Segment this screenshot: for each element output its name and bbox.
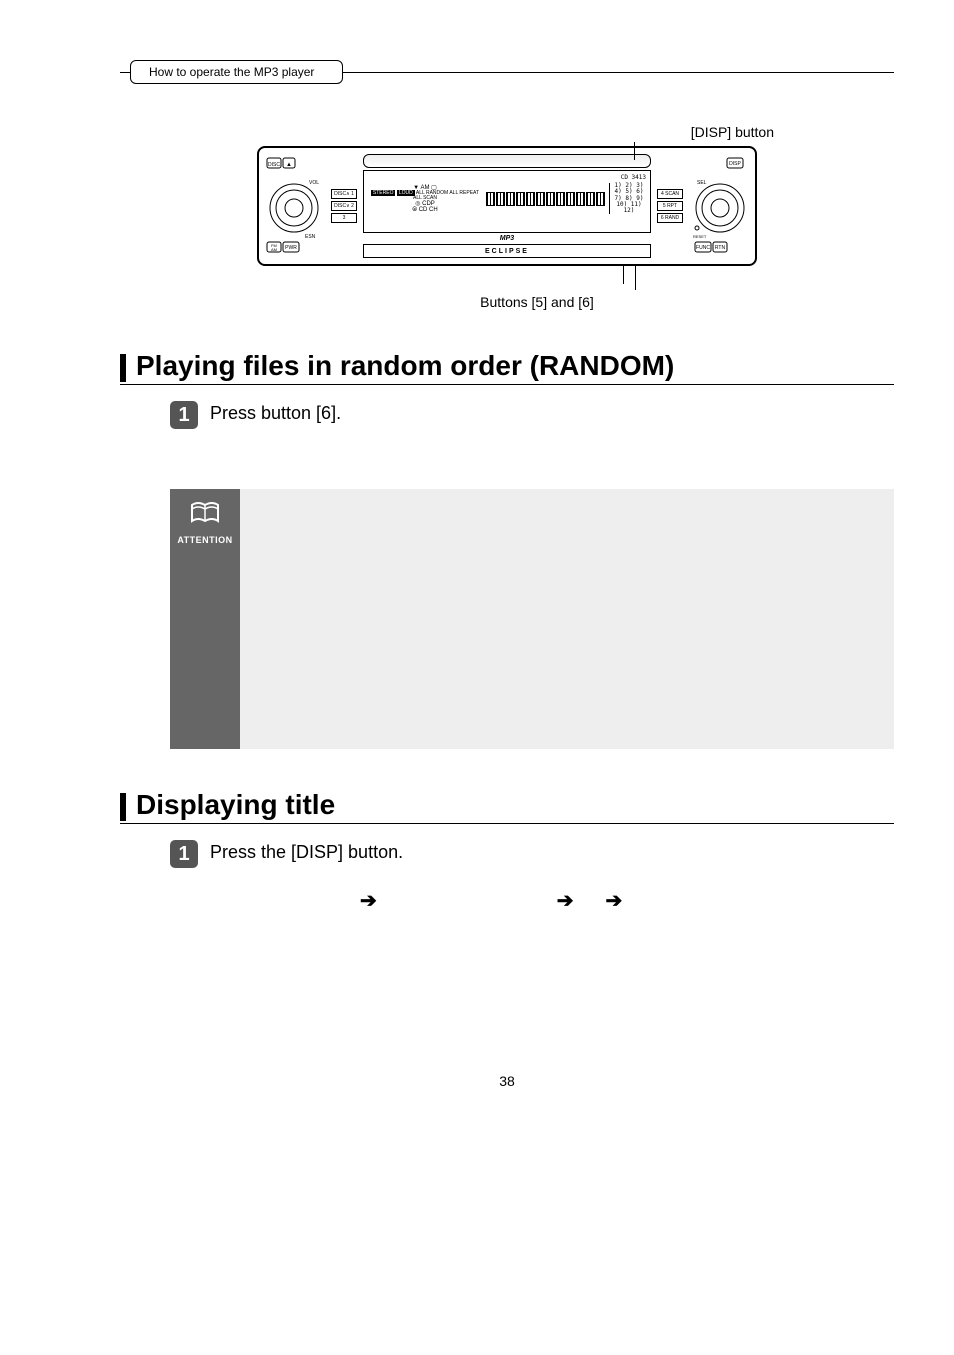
section-heading-random: Playing files in random order (RANDOM) — [120, 350, 894, 385]
svg-text:AM: AM — [271, 247, 277, 252]
svg-text:▲: ▲ — [286, 162, 292, 168]
svg-text:SEL: SEL — [697, 180, 707, 186]
svg-text:RTN: RTN — [715, 245, 726, 251]
svg-text:DISC: DISC — [268, 162, 280, 168]
step-number-badge: 1 — [170, 840, 198, 868]
left-side-buttons: DISC∧ 1 DISC∨ 2 3 — [329, 148, 359, 264]
disc-up-button: DISC∧ 1 — [331, 189, 357, 199]
svg-text:ESN: ESN — [305, 234, 316, 240]
lcd-segments — [486, 192, 605, 206]
breadcrumb: How to operate the MP3 player — [130, 60, 343, 84]
disc-slot — [363, 154, 651, 168]
svg-text:VOL: VOL — [309, 180, 319, 186]
attention-box: ATTENTION — [170, 489, 894, 749]
attention-label: ATTENTION — [177, 535, 232, 545]
callout-disp-button: [DISP] button — [120, 124, 894, 140]
arrow-icon: ➔ — [360, 888, 377, 913]
arrow-icon: ➔ — [557, 888, 574, 913]
lcd: CD 3413 ▼ AM ▢ STEREO LOUD ALL RANDOM AL… — [363, 170, 651, 233]
mp3-label: MP3 — [363, 235, 651, 242]
disc-down-button: DISC∨ 2 — [331, 201, 357, 211]
preset-3-button: 3 — [331, 213, 357, 223]
callout-buttons-5-6: Buttons [5] and [6] — [120, 294, 894, 310]
device-figure: DISC ▲ VOL ESN FM AM PWR DISC∧ 1 — [257, 146, 757, 266]
step-text: Press button [6]. — [210, 401, 341, 424]
arrow-icon: ➔ — [606, 888, 623, 913]
svg-text:PWR: PWR — [285, 245, 297, 251]
step-number-badge: 1 — [170, 401, 198, 429]
brand-bar: ECLIPSE — [363, 244, 651, 258]
step-text: Press the [DISP] button. — [210, 840, 403, 863]
svg-text:DISP: DISP — [729, 161, 741, 167]
header-rule: How to operate the MP3 player — [120, 60, 894, 84]
rpt-button: 5 RPT — [657, 201, 683, 211]
model-label: CD 3413 — [621, 174, 646, 181]
left-knob: DISC ▲ VOL ESN FM AM PWR — [259, 148, 329, 264]
rand-button: 6 RAND — [657, 213, 683, 223]
svg-text:FUNC: FUNC — [696, 245, 710, 251]
right-side-buttons: 4 SCAN 5 RPT 6 RAND — [655, 148, 685, 264]
right-knob: DISP SEL RESET FUNC RTN — [685, 148, 755, 264]
svg-text:RESET: RESET — [693, 234, 707, 239]
arrow-row: ➔ ➔ ➔ — [120, 888, 894, 913]
scan-button: 4 SCAN — [657, 189, 683, 199]
preset-grid: 1) 2) 3) 4) 5) 6) 7) 8) 9) 10) 11) 12) — [609, 183, 646, 214]
step-1-random: 1 Press button [6]. — [170, 401, 894, 429]
section-heading-title: Displaying title — [120, 789, 894, 824]
book-icon — [188, 499, 222, 529]
step-1-title: 1 Press the [DISP] button. — [170, 840, 894, 868]
page-number: 38 — [120, 1073, 894, 1089]
